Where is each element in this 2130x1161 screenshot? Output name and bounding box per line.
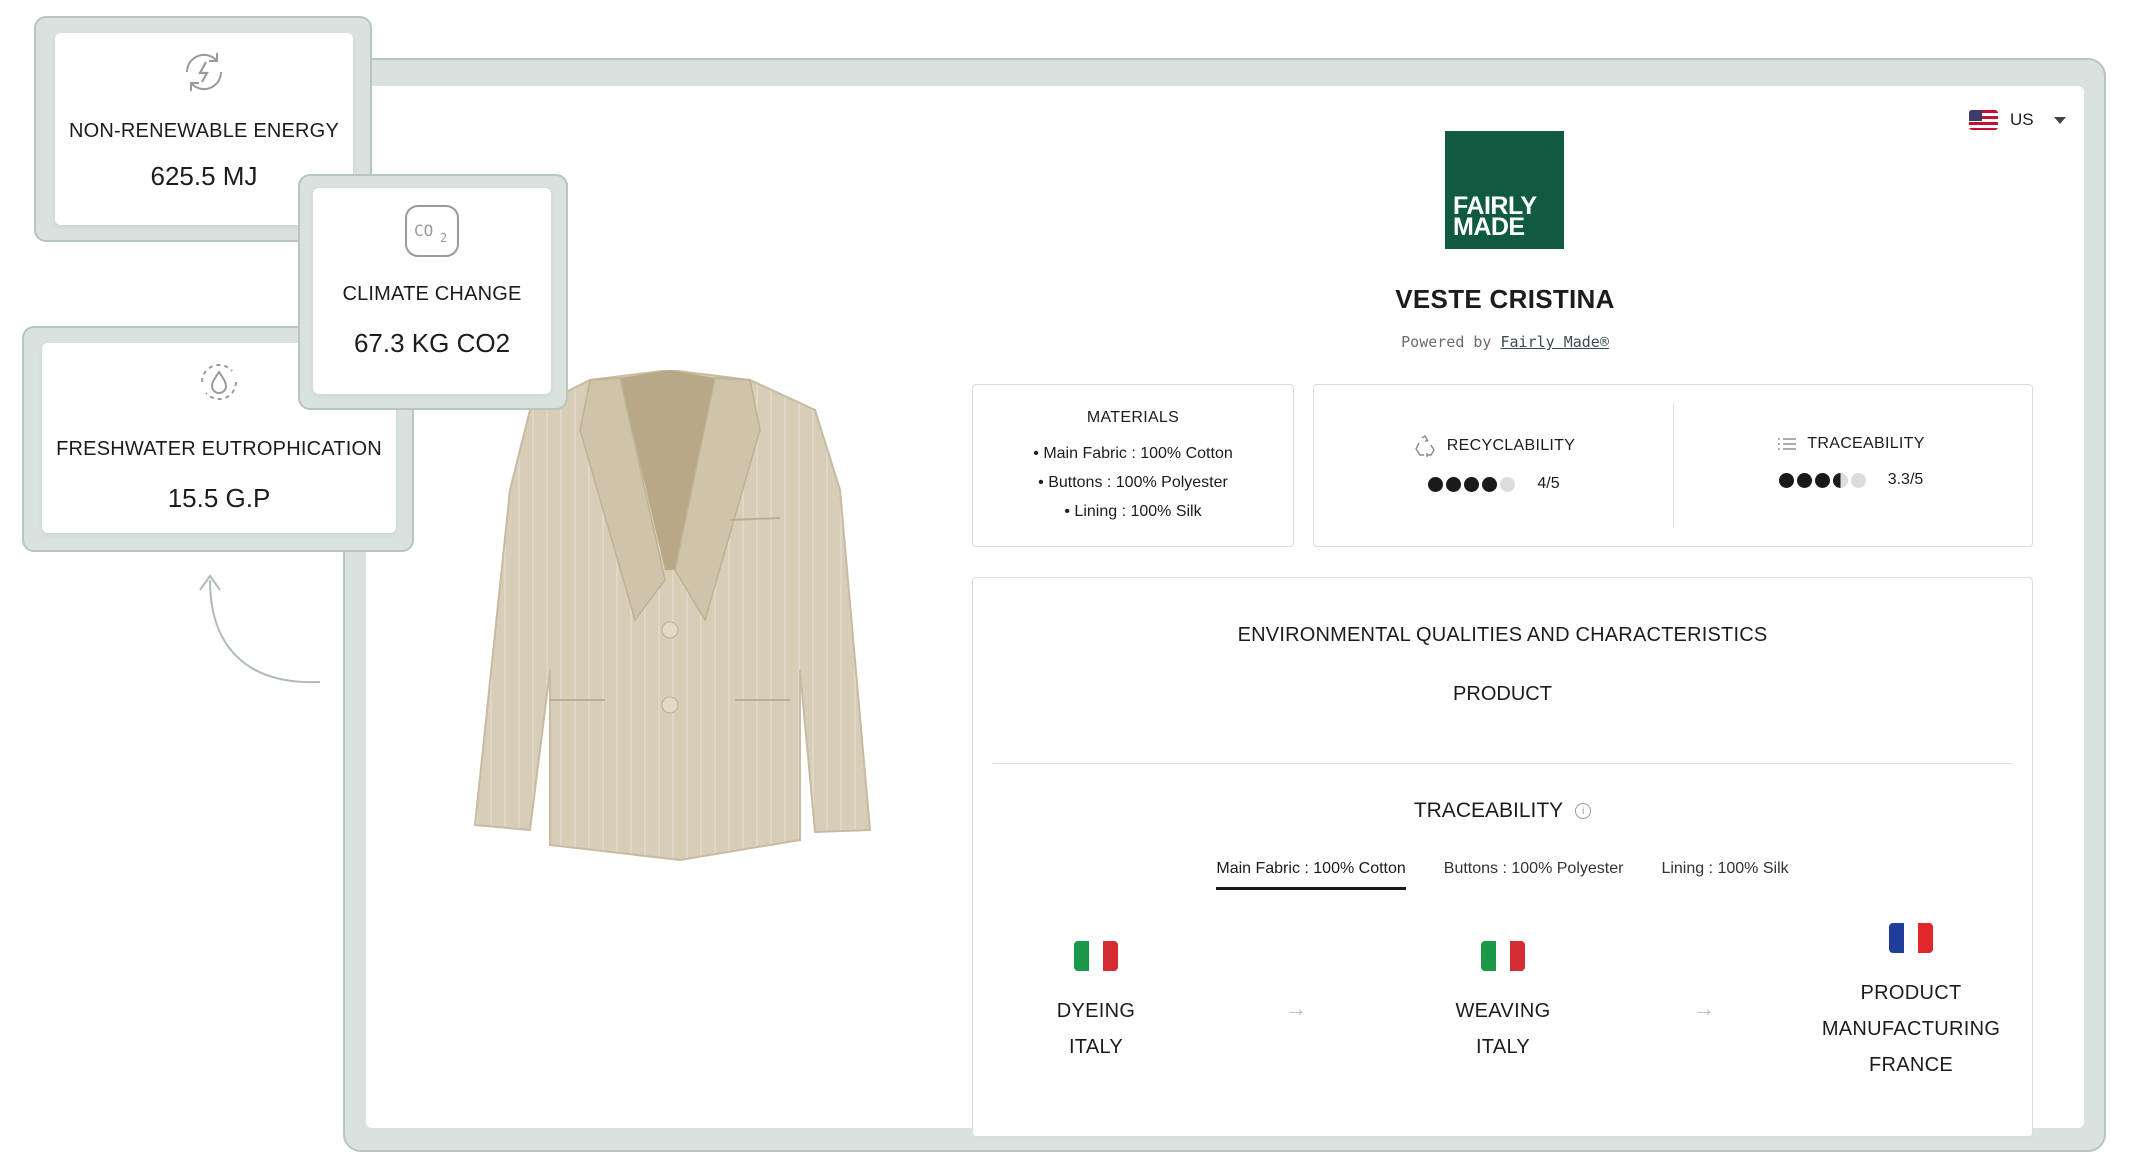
materials-item: Lining : 100% Silk (973, 497, 1293, 526)
product-title: VESTE CRISTINA (1395, 284, 1615, 314)
impact-value: 15.5 G.P (167, 483, 271, 513)
svg-text:CO: CO (414, 221, 433, 240)
traceability-score: TRACEABILITY 3.3/5 (1701, 435, 2001, 489)
impact-label: NON-RENEWABLE ENERGY (69, 120, 339, 142)
step-country: FRANCE (1868, 1054, 1954, 1076)
powered-by-text: Powered by (1401, 333, 1492, 351)
product-image (473, 370, 872, 862)
step-stage-line1: PRODUCT (1860, 982, 1962, 1004)
step-stage: DYEING (1056, 1000, 1136, 1022)
italy-flag-icon (1481, 941, 1525, 971)
rating-dot (1482, 476, 1498, 492)
environment-title: ENVIRONMENTAL QUALITIES AND CHARACTERIST… (1237, 624, 1768, 646)
rating-dot (1850, 472, 1866, 488)
materials-item: Buttons : 100% Polyester (973, 468, 1293, 497)
powered-by-link[interactable]: Fairly Made® (1500, 333, 1608, 351)
impact-label: CLIMATE CHANGE (342, 283, 522, 305)
step-country: ITALY (1475, 1036, 1531, 1058)
recyclability-label: RECYCLABILITY (1446, 437, 1576, 454)
step-stage-line2: MANUFACTURING (1821, 1018, 2001, 1040)
brand-logo-line2: MADE (1453, 213, 1525, 241)
environment-card: ENVIRONMENTAL QUALITIES AND CHARACTERIST… (972, 577, 2033, 1137)
recycle-icon (1414, 435, 1435, 457)
info-icon[interactable]: i (1575, 803, 1592, 819)
arrow-right-icon: → (1693, 996, 1715, 1021)
recyclability-score: RECYCLABILITY 4/5 (1344, 435, 1644, 493)
materials-item: Main Fabric : 100% Cotton (973, 439, 1293, 468)
france-flag-icon (1889, 923, 1933, 953)
traceability-title: TRACEABILITY (1413, 799, 1564, 822)
supply-step-manufacturing: PRODUCT MANUFACTURING FRANCE (1791, 923, 2031, 1083)
rating-dot (1428, 476, 1444, 492)
materials-card: MATERIALS Main Fabric : 100% Cotton Butt… (972, 384, 1294, 547)
chevron-down-icon (2053, 116, 2066, 124)
supply-step-weaving: WEAVING ITALY (1383, 941, 1623, 1065)
recyclability-rating (1428, 476, 1516, 492)
italy-flag-icon (1074, 941, 1118, 971)
impact-label: FRESHWATER EUTROPHICATION (56, 438, 382, 460)
rating-dot (1464, 476, 1480, 492)
tab-lining[interactable]: Lining : 100% Silk (1661, 860, 1788, 890)
material-tabs: Main Fabric : 100% Cotton Buttons : 100%… (973, 860, 2032, 890)
traceability-rating (1778, 472, 1866, 488)
section-divider (993, 763, 2012, 764)
co2-icon: CO 2 (405, 205, 459, 257)
traceability-heading: TRACEABILITY i (973, 799, 2032, 823)
energy-icon (185, 53, 223, 91)
tab-buttons[interactable]: Buttons : 100% Polyester (1444, 860, 1624, 890)
scores-card: RECYCLABILITY 4/5 TRACEABILITY 3.3/5 (1313, 384, 2033, 547)
rating-dot (1814, 472, 1830, 488)
rating-dot (1778, 472, 1794, 488)
rating-dot (1796, 472, 1812, 488)
country-selector[interactable]: US (1969, 108, 2066, 132)
impact-card-climate-body: CO 2 CLIMATE CHANGE 67.3 KG CO2 (313, 188, 551, 394)
arrow-right-icon: → (1285, 996, 1307, 1021)
supply-step-dyeing: DYEING ITALY (976, 941, 1216, 1065)
rating-dot (1832, 472, 1848, 488)
water-drop-icon (200, 363, 238, 401)
country-code: US (2010, 110, 2034, 129)
tab-main-fabric[interactable]: Main Fabric : 100% Cotton (1216, 860, 1406, 890)
materials-list: Main Fabric : 100% Cotton Buttons : 100%… (973, 439, 1293, 526)
list-icon (1778, 438, 1797, 450)
rating-dot (1500, 476, 1516, 492)
impact-value: 67.3 KG CO2 (353, 328, 511, 358)
traceability-value: 3.3/5 (1887, 471, 1924, 488)
powered-by: Powered by Fairly Made® (1300, 333, 1710, 351)
svg-text:2: 2 (440, 231, 447, 245)
traceability-label: TRACEABILITY (1807, 435, 1925, 452)
step-stage: WEAVING (1455, 1000, 1551, 1022)
recyclability-value: 4/5 (1537, 475, 1560, 492)
brand-logo: FAIRLY MADE (1445, 131, 1564, 249)
curved-arrow-icon (199, 574, 321, 684)
rating-dot (1446, 476, 1462, 492)
scores-divider (1673, 403, 1674, 527)
environment-subtitle[interactable]: PRODUCT (973, 683, 2032, 706)
step-country: ITALY (1068, 1036, 1124, 1058)
us-flag-icon (1969, 110, 1998, 130)
materials-heading: MATERIALS (1086, 409, 1180, 426)
